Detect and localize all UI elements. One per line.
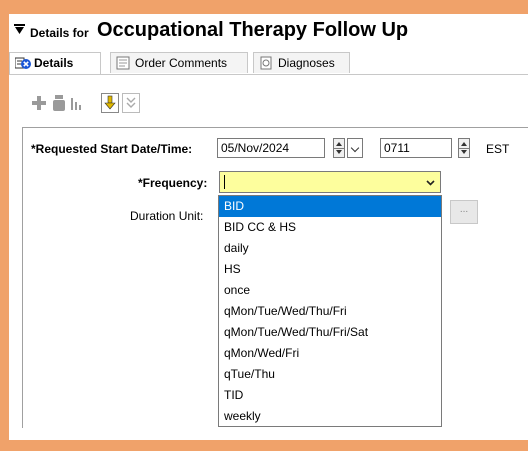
tab-details-label: Details xyxy=(34,56,74,70)
details-error-icon xyxy=(14,56,31,70)
start-datetime-label: *Requested Start Date/Time: xyxy=(31,142,193,156)
window-frame-bottom xyxy=(0,440,528,451)
chevron-down-icon[interactable] xyxy=(426,176,435,190)
page-title: Occupational Therapy Follow Up xyxy=(97,19,409,41)
diagnoses-icon xyxy=(259,56,273,70)
frequency-option[interactable]: HS xyxy=(219,259,441,280)
frequency-option[interactable]: TID xyxy=(219,385,441,406)
frequency-option[interactable]: qMon/Wed/Fri xyxy=(219,343,441,364)
frequency-option[interactable]: daily xyxy=(219,238,441,259)
header-prefix: Details for xyxy=(30,26,89,40)
window-frame-top xyxy=(0,0,528,14)
tab-order-comments[interactable]: Order Comments xyxy=(110,52,248,73)
text-caret xyxy=(224,175,225,189)
duration-unit-label: Duration Unit: xyxy=(130,209,204,223)
timezone-label: EST xyxy=(486,142,510,156)
date-spinner[interactable] xyxy=(333,138,345,158)
details-header: Details for Occupational Therapy Follow … xyxy=(9,14,528,46)
tab-diagnoses-label: Diagnoses xyxy=(278,56,335,70)
collapse-arrow-icon[interactable] xyxy=(14,24,26,38)
frequency-combobox[interactable] xyxy=(219,171,441,193)
frequency-dropdown-list: BID BID CC & HS daily HS once qMon/Tue/W… xyxy=(218,195,442,427)
frequency-option[interactable]: BID CC & HS xyxy=(219,217,441,238)
frequency-option[interactable]: weekly xyxy=(219,406,441,427)
tab-bar: Details Order Comments Diagnoses xyxy=(9,52,528,75)
double-chevron-down-icon[interactable] xyxy=(122,93,140,116)
frequency-option[interactable]: qTue/Thu xyxy=(219,364,441,385)
tab-order-comments-label: Order Comments xyxy=(135,56,228,70)
calendar-dropdown-button[interactable] xyxy=(347,138,363,158)
frequency-option[interactable]: BID xyxy=(219,196,441,217)
chevron-down-icon xyxy=(350,143,360,153)
start-time-field[interactable]: 0711 xyxy=(380,138,452,158)
move-down-icon[interactable] xyxy=(101,93,119,116)
tab-diagnoses[interactable]: Diagnoses xyxy=(253,52,350,73)
time-spinner[interactable] xyxy=(458,138,470,158)
frequency-option[interactable]: qMon/Tue/Wed/Thu/Fri xyxy=(219,301,441,322)
comments-icon xyxy=(116,56,130,70)
tab-details[interactable]: Details xyxy=(9,52,101,74)
frequency-option[interactable]: once xyxy=(219,280,441,301)
window-frame-left xyxy=(0,0,9,451)
frequency-label: *Frequency: xyxy=(138,176,208,190)
chart-icon[interactable] xyxy=(70,96,84,113)
add-icon[interactable] xyxy=(32,96,46,113)
medication-icon[interactable] xyxy=(52,95,66,114)
duration-unit-browse-button[interactable]: ... xyxy=(450,200,478,224)
frequency-option[interactable]: qMon/Tue/Wed/Thu/Fri/Sat xyxy=(219,322,441,343)
start-date-field[interactable]: 05/Nov/2024 xyxy=(217,138,325,158)
